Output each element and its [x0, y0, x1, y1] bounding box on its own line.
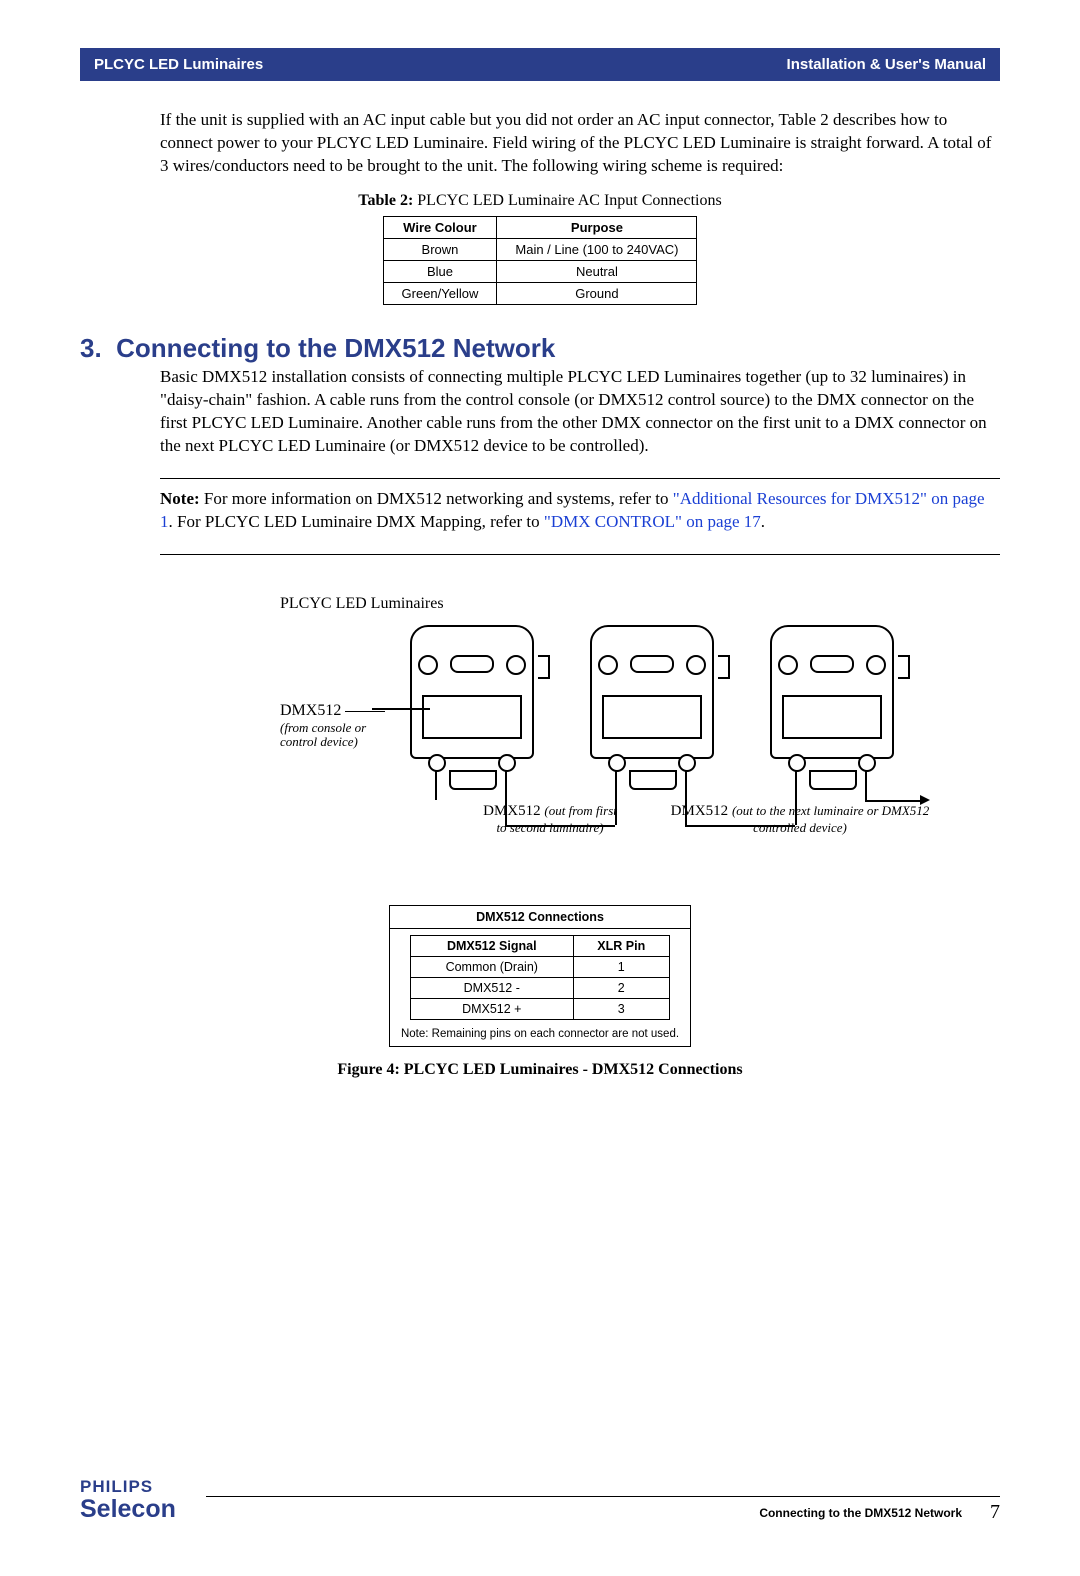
dmx-table-title: DMX512 Connections — [390, 906, 690, 929]
luminaire-icon — [590, 615, 720, 770]
diagram-mid-label-1: DMX512 (out from first to second luminai… — [450, 803, 650, 836]
diagram-mid-label-2: DMX512 (out to the next luminaire or DMX… — [660, 803, 940, 836]
cable-line — [435, 770, 437, 800]
footer-rule — [206, 1496, 1000, 1497]
diagram-dmx-label: DMX512 — [280, 702, 385, 720]
section-heading: 3. Connecting to the DMX512 Network — [80, 333, 1000, 364]
rule-bottom — [160, 554, 1000, 555]
page-number: 7 — [990, 1501, 1000, 1524]
table2-caption-rest: PLCYC LED Luminaire AC Input Connections — [413, 192, 721, 209]
table2-h1: Purpose — [497, 216, 697, 238]
table2-caption: Table 2: PLCYC LED Luminaire AC Input Co… — [80, 192, 1000, 210]
footer-section-ref: Connecting to the DMX512 Network — [759, 1506, 962, 1520]
note-text2: . For PLCYC LED Luminaire DMX Mapping, r… — [169, 512, 544, 531]
dmx-connections-table: DMX512 Connections DMX512 Signal XLR Pin… — [389, 905, 691, 1047]
table-row: Brown Main / Line (100 to 240VAC) — [383, 238, 697, 260]
table-row: Common (Drain)1 — [411, 957, 670, 978]
brand-bottom: Selecon — [80, 1495, 176, 1524]
dmx-table-note: Note: Remaining pins on each connector a… — [390, 1024, 690, 1046]
note-block: Note: For more information on DMX512 net… — [160, 487, 1000, 535]
cable-line — [865, 800, 920, 802]
note-text1: For more information on DMX512 networkin… — [200, 489, 673, 508]
rule-top — [160, 478, 1000, 479]
header-left: PLCYC LED Luminaires — [94, 56, 263, 73]
section-title: Connecting to the DMX512 Network — [116, 333, 555, 363]
dmx-diagram: PLCYC LED Luminaires DMX512 (from consol… — [210, 595, 930, 875]
diagram-dmx-sub: (from console or control device) — [280, 721, 366, 750]
note-text3: . — [761, 512, 765, 531]
page-footer: PHILIPS Selecon Connecting to the DMX512… — [80, 1477, 1000, 1524]
luminaire-icon — [410, 615, 540, 770]
diagram-top-label: PLCYC LED Luminaires — [280, 595, 444, 613]
section-paragraph: Basic DMX512 installation consists of co… — [160, 366, 1000, 458]
table-row: Blue Neutral — [383, 260, 697, 282]
intro-paragraph: If the unit is supplied with an AC input… — [160, 109, 1000, 178]
section-number: 3. — [80, 333, 102, 363]
cable-line — [865, 770, 867, 800]
brand-top: PHILIPS — [80, 1477, 176, 1497]
dmx-h1: XLR Pin — [573, 936, 669, 957]
luminaire-icon — [770, 615, 900, 770]
table-row: DMX512 -2 — [411, 978, 670, 999]
table-row: DMX512 +3 — [411, 999, 670, 1020]
table2-caption-label: Table 2: — [358, 192, 413, 209]
ac-input-table: Wire Colour Purpose Brown Main / Line (1… — [383, 216, 698, 305]
cable-line — [372, 708, 430, 710]
table2-h0: Wire Colour — [383, 216, 497, 238]
page-header-bar: PLCYC LED Luminaires Installation & User… — [80, 48, 1000, 81]
note-prefix: Note: — [160, 489, 200, 508]
brand-logo: PHILIPS Selecon — [80, 1477, 176, 1524]
header-right: Installation & User's Manual — [787, 56, 986, 73]
figure-caption: Figure 4: PLCYC LED Luminaires - DMX512 … — [80, 1061, 1000, 1079]
dmx-h0: DMX512 Signal — [411, 936, 574, 957]
note-link2[interactable]: "DMX CONTROL" on page 17 — [544, 512, 761, 531]
table-row: Green/Yellow Ground — [383, 282, 697, 304]
